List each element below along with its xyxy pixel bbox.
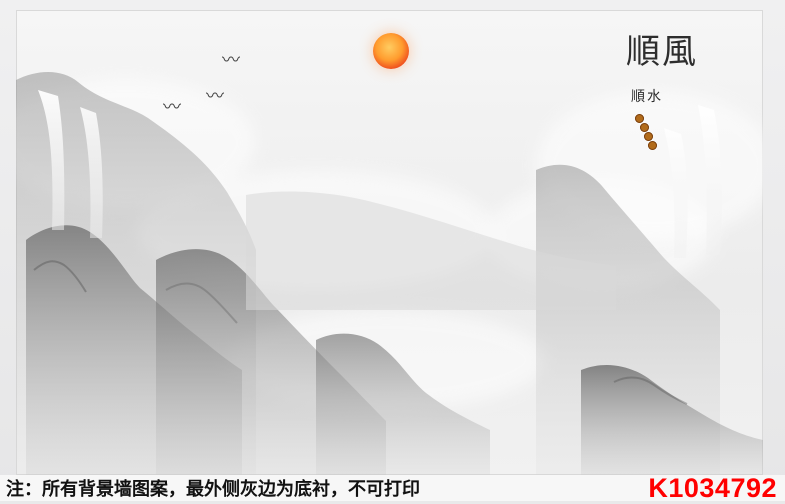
calligraphy-main: 順風	[626, 32, 698, 72]
sun-icon	[373, 33, 409, 69]
product-code: K1034792	[648, 472, 777, 503]
seal-icon	[648, 141, 657, 150]
wall-mural-canvas: 〰 〰 〰 順風 順水	[16, 10, 763, 475]
crane-icon: 〰	[206, 86, 224, 107]
calligraphy-small: 順水	[631, 89, 663, 105]
crane-icon: 〰	[163, 97, 181, 118]
crane-icon: 〰	[222, 50, 240, 71]
seal-icon	[640, 123, 649, 132]
seal-icon	[644, 132, 653, 141]
bottom-note-bar: 注：所有背景墙图案，最外侧灰边为底衬，不可打印 K1034792	[0, 472, 785, 503]
printing-note: 注：所有背景墙图案，最外侧灰边为底衬，不可打印	[6, 479, 420, 500]
seal-icon	[635, 114, 644, 123]
outer-frame: 〰 〰 〰 順風 順水 注：所有背景墙图案，最外侧灰边为底衬，不可打印 K103…	[0, 0, 785, 503]
mountain-landscape	[16, 72, 763, 475]
